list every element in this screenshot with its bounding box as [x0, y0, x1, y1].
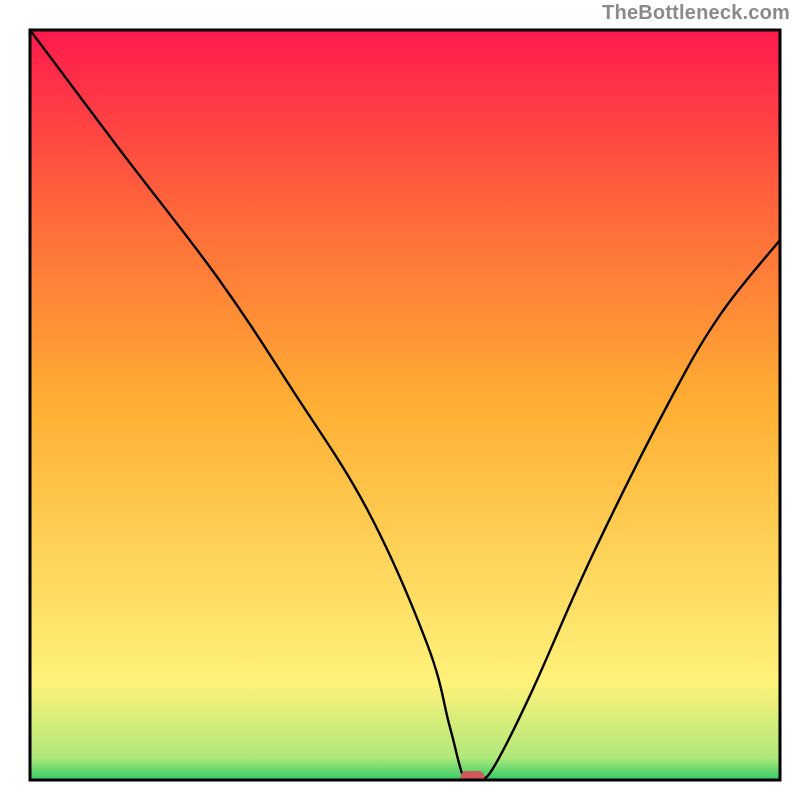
- plot-svg: [0, 0, 800, 800]
- bottleneck-chart: TheBottleneck.com: [0, 0, 800, 800]
- attribution-label: TheBottleneck.com: [602, 2, 790, 25]
